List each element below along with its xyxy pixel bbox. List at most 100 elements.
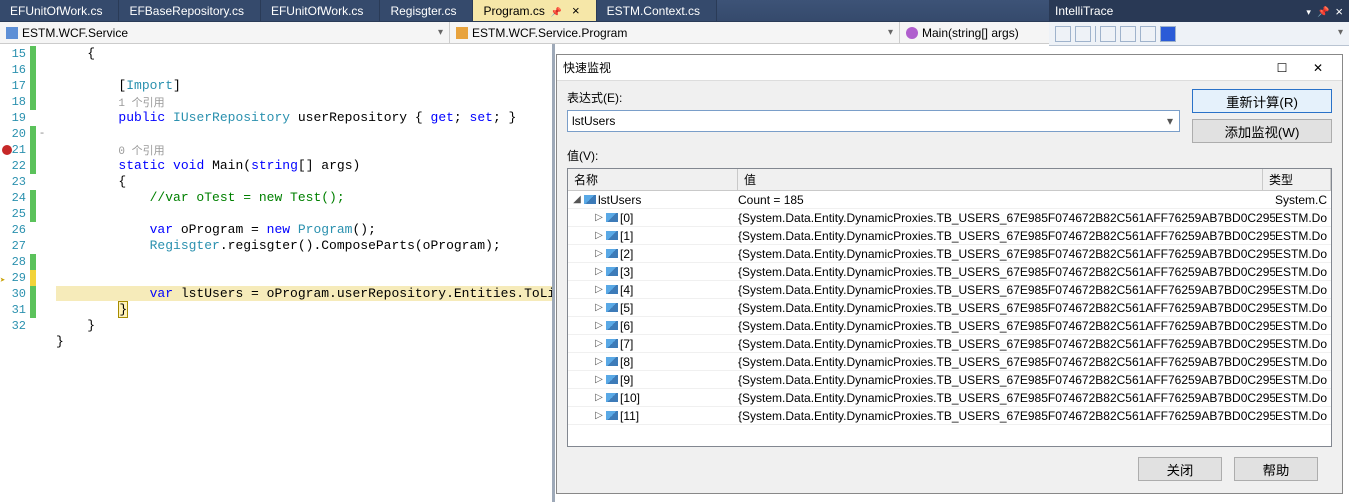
object-icon [606,303,618,312]
file-tab[interactable]: ESTM.Context.cs [597,0,717,21]
expander-icon[interactable]: ▷ [594,284,604,295]
intellitrace-dropdown-icon[interactable] [1306,4,1311,18]
expander-icon[interactable]: ▷ [594,392,604,403]
file-tab[interactable]: EFBaseRepository.cs [119,0,261,21]
var-name: [4] [620,283,633,297]
var-value: {System.Data.Entity.DynamicProxies.TB_US… [738,229,1275,243]
var-type: ESTM.Do [1275,391,1331,405]
code-editor[interactable]: 151617181920-212223242526272829303132 { … [0,44,555,502]
reevaluate-button[interactable]: 重新计算(R) [1192,89,1332,113]
watch-row[interactable]: ◢lstUsersCount = 185System.C [568,191,1331,209]
method-dropdown[interactable]: Main(string[] args) [900,22,1349,43]
var-type: ESTM.Do [1275,337,1331,351]
line-number: 27 [0,239,30,253]
line-number: 19 [0,111,30,125]
expression-input[interactable]: lstUsers [567,110,1180,132]
watch-row[interactable]: ▷[3]{System.Data.Entity.DynamicProxies.T… [568,263,1331,281]
outline-toggle[interactable]: - [36,128,48,140]
expander-icon[interactable]: ▷ [594,266,604,277]
file-tab[interactable]: EFUnitOfWork.cs [0,0,119,21]
object-icon [606,267,618,276]
var-value: {System.Data.Entity.DynamicProxies.TB_US… [738,355,1275,369]
var-name: [6] [620,319,633,333]
expander-icon[interactable]: ▷ [594,410,604,421]
line-number: 26 [0,223,30,237]
help-button[interactable]: 帮助 [1234,457,1318,481]
close-icon[interactable] [566,3,580,18]
file-tab[interactable]: EFUnitOfWork.cs [261,0,380,21]
close-icon[interactable] [1335,4,1343,19]
var-name: [2] [620,247,633,261]
var-value: {System.Data.Entity.DynamicProxies.TB_US… [738,409,1275,423]
change-marker [30,110,36,126]
expander-icon[interactable]: ▷ [594,320,604,331]
line-number: 24 [0,191,30,205]
line-number: 16 [0,63,30,77]
watch-row[interactable]: ▷[0]{System.Data.Entity.DynamicProxies.T… [568,209,1331,227]
watch-row[interactable]: ▷ [4] {System.Data.Entity.DynamicProxies.T… [568,281,1331,299]
breakpoint-icon[interactable] [2,145,12,155]
change-marker [30,62,36,78]
expander-icon[interactable]: ▷ [594,374,604,385]
var-type: ESTM.Do [1275,355,1331,369]
class-dropdown[interactable]: ESTM.WCF.Service.Program [450,22,900,43]
var-value: {System.Data.Entity.DynamicProxies.TB_US… [738,301,1275,315]
expander-icon[interactable]: ▷ [594,212,604,223]
namespace-label: ESTM.WCF.Service [22,26,128,40]
expander-icon[interactable]: ▷ [594,338,604,349]
watch-row[interactable]: ▷[11]{System.Data.Entity.DynamicProxies.… [568,407,1331,425]
col-value-header[interactable]: 值 [738,169,1263,190]
expander-icon[interactable]: ◢ [572,194,582,205]
change-marker [30,222,36,238]
file-tab[interactable]: Regisgter.cs [380,0,473,21]
var-value: {System.Data.Entity.DynamicProxies.TB_US… [738,247,1275,261]
maximize-button[interactable]: ☐ [1264,56,1300,80]
pin-icon[interactable] [1317,4,1329,18]
watch-row[interactable]: ▷[7]{System.Data.Entity.DynamicProxies.T… [568,335,1331,353]
namespace-icon [6,27,18,39]
close-dialog-button[interactable]: 关闭 [1138,457,1222,481]
var-value: {System.Data.Entity.DynamicProxies.TB_US… [738,391,1275,405]
change-marker [30,94,36,110]
line-number: 22 [0,159,30,173]
add-watch-button[interactable]: 添加监视(W) [1192,119,1332,143]
expression-label: 表达式(E): [567,89,1180,106]
execution-pointer-icon [0,273,12,283]
watch-row[interactable]: ▷[8]{System.Data.Entity.DynamicProxies.T… [568,353,1331,371]
line-number: 18 [0,95,30,109]
col-type-header[interactable]: 类型 [1263,169,1331,190]
code-breadcrumb: ESTM.WCF.Service ESTM.WCF.Service.Progra… [0,22,1349,44]
watch-row[interactable]: ▷[5]{System.Data.Entity.DynamicProxies.T… [568,299,1331,317]
var-value: {System.Data.Entity.DynamicProxies.TB_US… [738,283,1275,297]
line-number: 20 [0,127,30,141]
watch-row[interactable]: ▷[9]{System.Data.Entity.DynamicProxies.T… [568,371,1331,389]
expander-icon[interactable]: ▷ [594,302,604,313]
expander-icon[interactable]: ▷ [594,356,604,367]
line-number: 30 [0,287,30,301]
watch-row[interactable]: ▷ [10] {System.Data.Entity.DynamicProxies.… [568,389,1331,407]
line-number: 23 [0,175,30,189]
watch-row[interactable]: ▷ [2] {System.Data.Entity.DynamicProxies.T… [568,245,1331,263]
var-type: ESTM.Do [1275,319,1331,333]
line-number: 15 [0,47,30,61]
change-marker [30,174,36,190]
object-icon [606,285,618,294]
var-name: [9] [620,373,633,387]
namespace-dropdown[interactable]: ESTM.WCF.Service [0,22,450,43]
var-name: [10] [620,391,640,405]
expander-icon[interactable]: ▷ [594,230,604,241]
change-marker [30,318,36,334]
object-icon [606,321,618,330]
watch-row[interactable]: ▷[1]{System.Data.Entity.DynamicProxies.T… [568,227,1331,245]
close-button[interactable]: ✕ [1300,56,1336,80]
file-tab[interactable]: Program.cs [473,0,596,21]
var-type: ESTM.Do [1275,229,1331,243]
col-name-header[interactable]: 名称 [568,169,738,190]
object-icon [606,213,618,222]
change-marker [30,158,36,174]
expander-icon[interactable]: ▷ [594,248,604,259]
var-name: [7] [620,337,633,351]
watch-row[interactable]: ▷[6]{System.Data.Entity.DynamicProxies.T… [568,317,1331,335]
var-value: Count = 185 [738,193,1275,207]
watch-grid: 名称 值 类型 ◢lstUsersCount = 185System.C▷[0]… [567,168,1332,447]
